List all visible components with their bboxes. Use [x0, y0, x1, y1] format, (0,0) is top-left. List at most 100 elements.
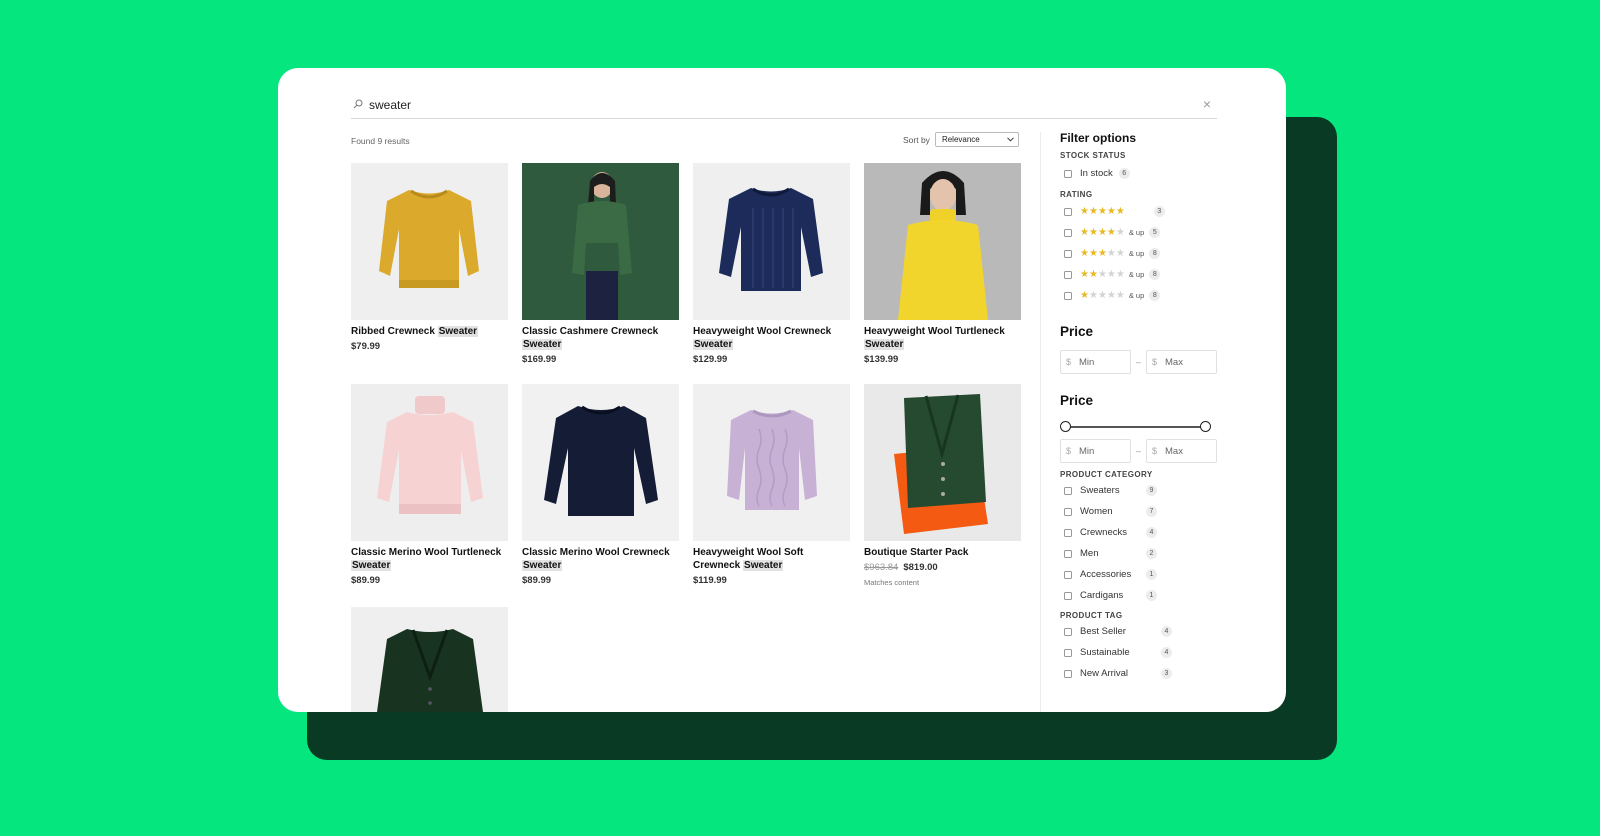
star-icon: ★	[1080, 206, 1089, 217]
checkbox[interactable]	[1064, 648, 1072, 657]
count-badge: 1	[1146, 590, 1157, 601]
rating-filter-list: ★ ★ ★ ★ ★ 3 ★ ★ ★ ★ ★ & up 5 ★ ★ ★ ★ ★ & up 8 ★ ★ ★ ★ ★ & up 8 ★ ★ ★ ★…	[1060, 201, 1220, 306]
filter-rating-option[interactable]: ★ ★ ★ ★ ★ & up 8	[1060, 285, 1220, 306]
star-icon: ★	[1115, 227, 1125, 238]
filter-option[interactable]: Accessories 1	[1060, 564, 1220, 585]
checkbox[interactable]	[1064, 486, 1072, 495]
star-icon: ★	[1106, 206, 1116, 217]
product-name[interactable]: Ribbed Crewneck Sweater	[351, 325, 508, 338]
product-image[interactable]	[522, 163, 679, 320]
filter-option[interactable]: Sweaters 9	[1060, 480, 1220, 501]
count-badge: 8	[1149, 248, 1161, 259]
product-price: $129.99	[693, 354, 728, 365]
filter-option[interactable]: Crewnecks 4	[1060, 522, 1220, 543]
star-icon: ★	[1088, 290, 1098, 301]
sort-control: Sort by Relevance	[903, 132, 1019, 147]
product-name[interactable]: Classic Cashmere Crewneck Sweater	[522, 325, 679, 351]
product-image[interactable]	[522, 384, 679, 541]
count-badge: 1	[1146, 569, 1157, 580]
count-badge: 9	[1146, 485, 1157, 496]
star-icon: ★	[1080, 248, 1089, 259]
and-up-label: & up	[1128, 291, 1145, 300]
checkbox[interactable]	[1064, 169, 1072, 178]
filter-rating-option[interactable]: ★ ★ ★ ★ ★ & up 8	[1060, 243, 1220, 264]
checkbox[interactable]	[1064, 291, 1072, 300]
filter-rating-option[interactable]: ★ ★ ★ ★ ★ 3	[1060, 201, 1220, 222]
product-image[interactable]	[864, 384, 1021, 541]
range-separator: –	[1135, 446, 1141, 456]
filter-label: Accessories	[1080, 569, 1132, 580]
count-badge: 5	[1149, 227, 1161, 238]
checkbox[interactable]	[1064, 669, 1072, 678]
checkbox[interactable]	[1064, 549, 1072, 558]
checkbox[interactable]	[1064, 591, 1072, 600]
product-price: $169.99	[522, 354, 557, 365]
filter-option[interactable]: Men 2	[1060, 543, 1220, 564]
product-card[interactable]: Ribbed Crewneck Sweater $79.99	[351, 163, 508, 352]
product-name[interactable]: Boutique Starter Pack	[864, 546, 1021, 559]
product-card[interactable]: Heavyweight Wool Soft Crewneck Sweater $…	[693, 384, 850, 586]
search-icon	[353, 99, 363, 109]
product-card[interactable]: Classic Merino Wool Crewneck Sweater $89…	[522, 384, 679, 586]
sort-select[interactable]: Relevance	[934, 132, 1019, 147]
max-price-input[interactable]: $ Max	[1146, 350, 1217, 374]
product-image[interactable]	[693, 384, 850, 541]
price-range-slider[interactable]	[1060, 420, 1211, 434]
checkbox[interactable]	[1064, 207, 1072, 216]
product-category-heading: PRODUCT CATEGORY	[1060, 470, 1153, 479]
filter-in-stock[interactable]: In stock 6	[1060, 163, 1220, 184]
product-name[interactable]: Classic Merino Wool Crewneck Sweater	[522, 546, 679, 572]
close-icon[interactable]: ×	[1203, 96, 1211, 112]
checkbox[interactable]	[1064, 507, 1072, 516]
price-slider-heading: Price	[1060, 393, 1094, 408]
product-card[interactable]	[351, 607, 508, 712]
slider-min-handle[interactable]	[1060, 421, 1071, 432]
checkbox[interactable]	[1064, 528, 1072, 537]
product-name[interactable]: Heavyweight Wool Crewneck Sweater	[693, 325, 850, 351]
panel-divider	[1040, 132, 1041, 712]
checkbox[interactable]	[1064, 270, 1072, 279]
filter-label: In stock	[1080, 168, 1113, 179]
search-results-window: sweater × Found 9 results Sort by Releva…	[278, 68, 1286, 712]
checkbox[interactable]	[1064, 570, 1072, 579]
search-bar[interactable]: sweater ×	[351, 95, 1217, 119]
filter-rating-option[interactable]: ★ ★ ★ ★ ★ & up 5	[1060, 222, 1220, 243]
min-price-input[interactable]: $ Min	[1060, 350, 1131, 374]
product-price: $89.99	[351, 575, 381, 586]
product-name[interactable]: Heavyweight Wool Soft Crewneck Sweater	[693, 546, 850, 572]
product-card[interactable]: Boutique Starter Pack $963.84 $819.00 Mat…	[864, 384, 1021, 587]
filter-label: Sweaters	[1080, 485, 1120, 496]
product-card[interactable]: Classic Cashmere Crewneck Sweater $169.9…	[522, 163, 679, 365]
checkbox[interactable]	[1064, 249, 1072, 258]
product-image[interactable]	[864, 163, 1021, 320]
product-image[interactable]	[351, 384, 508, 541]
product-card[interactable]: Classic Merino Wool Turtleneck Sweater $…	[351, 384, 508, 586]
star-icon: ★	[1088, 227, 1098, 238]
max-price-input[interactable]: $ Max	[1146, 439, 1217, 463]
checkbox[interactable]	[1064, 627, 1072, 636]
product-image[interactable]	[351, 607, 508, 712]
count-badge: 2	[1146, 548, 1157, 559]
star-icon: ★	[1097, 290, 1107, 301]
filter-option[interactable]: New Arrival 3	[1060, 663, 1220, 684]
product-name[interactable]: Classic Merino Wool Turtleneck Sweater	[351, 546, 508, 572]
slider-max-handle[interactable]	[1200, 421, 1211, 432]
filter-option[interactable]: Best Seller 4	[1060, 621, 1220, 642]
filter-option[interactable]: Women 7	[1060, 501, 1220, 522]
filter-label: Crewnecks	[1080, 527, 1127, 538]
stock-status-heading: STOCK STATUS	[1060, 151, 1126, 160]
product-name[interactable]: Heavyweight Wool Turtleneck Sweater	[864, 325, 1021, 351]
product-card[interactable]: Heavyweight Wool Turtleneck Sweater $139…	[864, 163, 1021, 365]
filter-rating-option[interactable]: ★ ★ ★ ★ ★ & up 8	[1060, 264, 1220, 285]
search-input[interactable]: sweater	[369, 98, 411, 112]
star-icon: ★	[1115, 248, 1125, 259]
product-image[interactable]	[351, 163, 508, 320]
product-image[interactable]	[693, 163, 850, 320]
checkbox[interactable]	[1064, 228, 1072, 237]
filter-option[interactable]: Cardigans 1	[1060, 585, 1220, 606]
filter-option[interactable]: Sustainable 4	[1060, 642, 1220, 663]
filter-label: New Arrival	[1080, 668, 1129, 679]
product-card[interactable]: Heavyweight Wool Crewneck Sweater $129.9…	[693, 163, 850, 365]
star-icon: ★	[1097, 227, 1107, 238]
min-price-input[interactable]: $ Min	[1060, 439, 1131, 463]
